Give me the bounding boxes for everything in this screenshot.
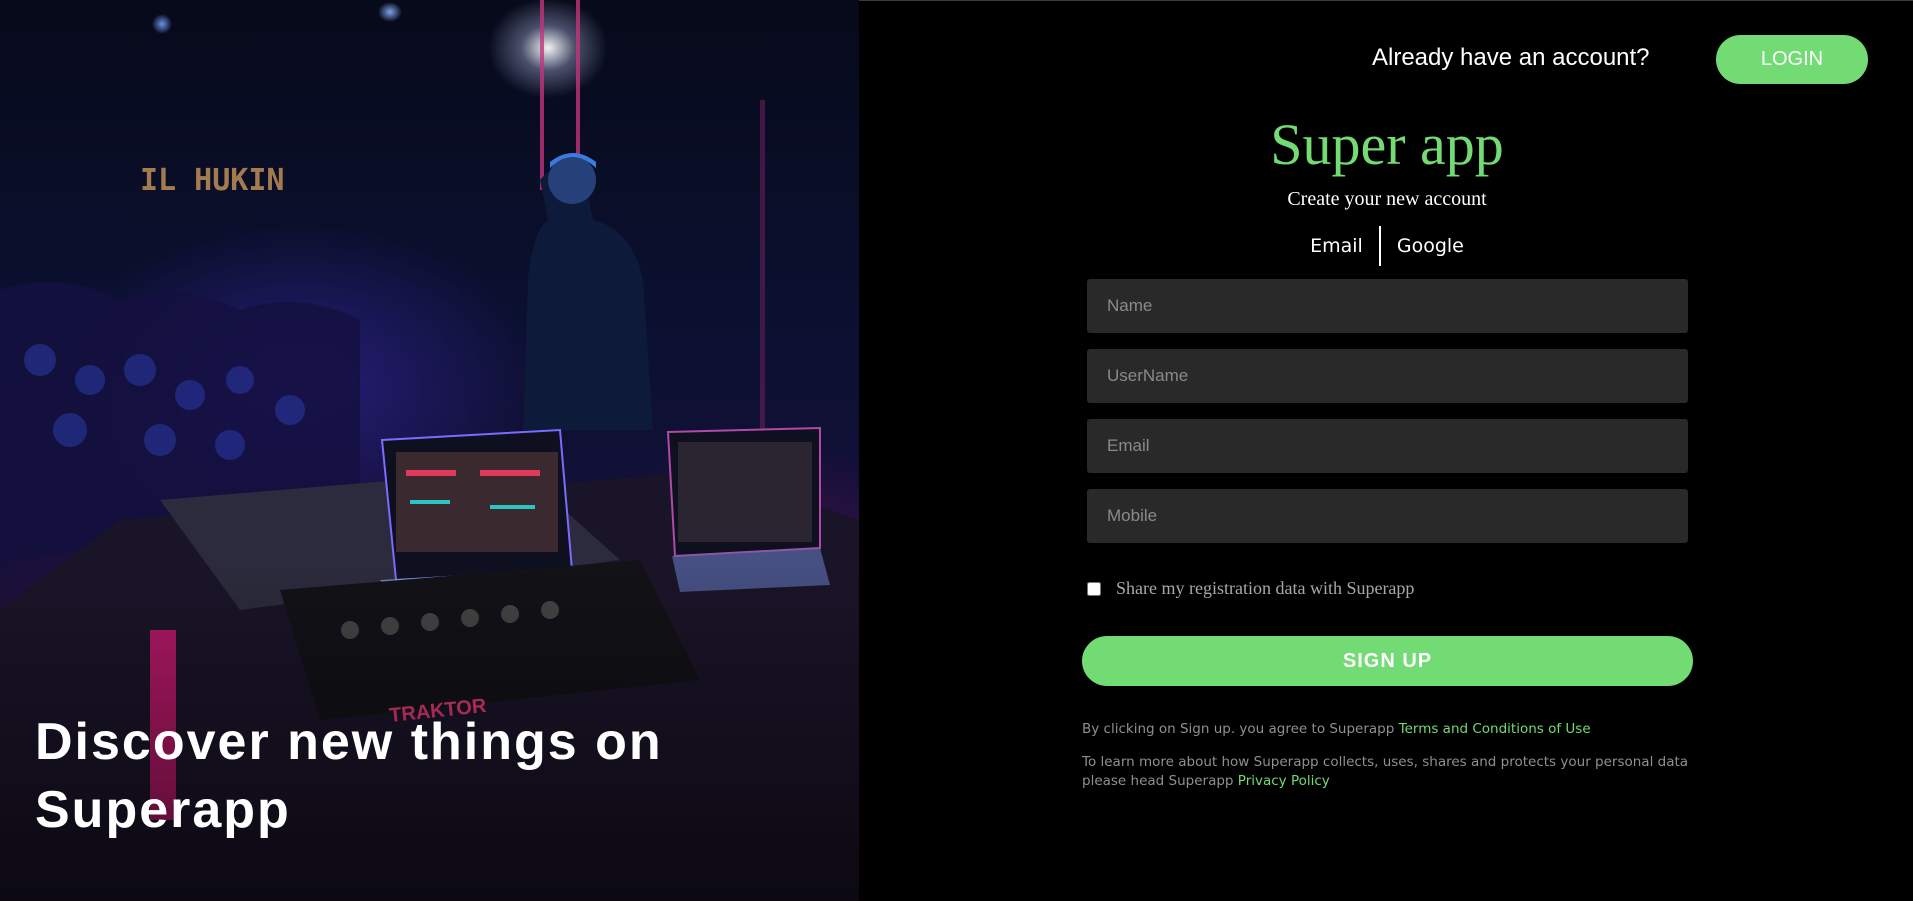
svg-text:IL HUKIN: IL HUKIN (140, 163, 285, 198)
hero-title: Discover new things on Superapp (35, 713, 663, 839)
privacy-policy-link[interactable]: Privacy Policy (1238, 773, 1330, 789)
privacy-prefix-text: To learn more about how Superapp collect… (1082, 754, 1689, 789)
signup-method-tabs: Email Google (1100, 226, 1674, 266)
username-input[interactable] (1087, 349, 1688, 403)
share-data-row: Share my registration data with Superapp (1087, 578, 1414, 599)
tab-email[interactable]: Email (1294, 226, 1379, 266)
hero-image-panel: TRAKTOR IL HUKIN Discover new things on … (0, 0, 859, 901)
share-data-checkbox[interactable] (1087, 581, 1101, 596)
terms-link[interactable]: Terms and Conditions of Use (1399, 721, 1591, 737)
tab-google[interactable]: Google (1381, 226, 1480, 266)
name-input[interactable] (1087, 279, 1688, 333)
signup-button[interactable]: SIGN UP (1082, 636, 1693, 686)
already-have-account-text: Already have an account? (1372, 44, 1650, 71)
login-button[interactable]: LOGIN (1716, 35, 1868, 84)
mobile-input[interactable] (1087, 489, 1688, 543)
create-account-subtitle: Create your new account (1287, 188, 1487, 210)
email-input[interactable] (1087, 419, 1688, 473)
terms-notice: By clicking on Sign up. you agree to Sup… (1082, 720, 1702, 739)
privacy-notice: To learn more about how Superapp collect… (1082, 753, 1702, 791)
app-logo-text: Super app (1270, 112, 1504, 177)
terms-prefix-text: By clicking on Sign up. you agree to Sup… (1082, 721, 1395, 737)
share-data-label: Share my registration data with Superapp (1116, 578, 1415, 598)
